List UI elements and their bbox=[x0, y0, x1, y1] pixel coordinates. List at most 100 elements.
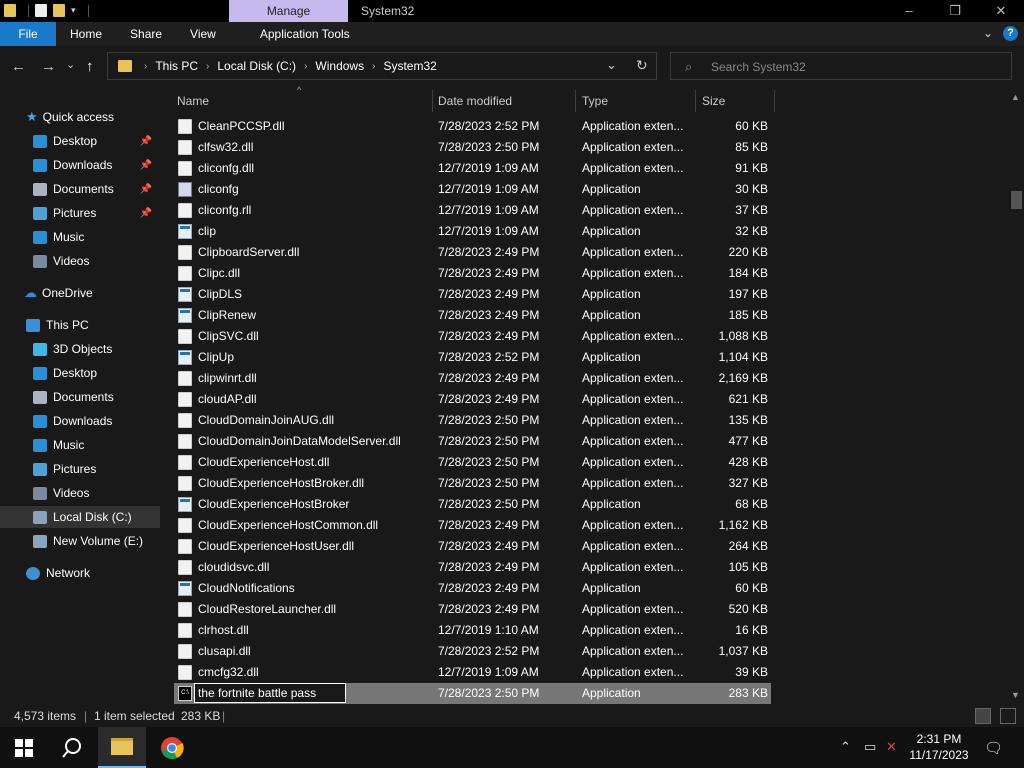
breadcrumb-windows[interactable]: Windows bbox=[311, 59, 368, 73]
search-input[interactable]: Search System32 bbox=[711, 60, 806, 74]
chevron-right-icon[interactable]: › bbox=[300, 61, 311, 72]
nav-pc-item[interactable]: Local Disk (C:) bbox=[0, 506, 160, 528]
file-row[interactable]: CloudExperienceHostCommon.dll 7/28/2023 2… bbox=[174, 515, 771, 536]
nav-quick-music[interactable]: Music bbox=[0, 226, 160, 248]
nav-pc-item[interactable]: Pictures bbox=[0, 458, 160, 480]
tab-application-tools[interactable]: Application Tools bbox=[230, 22, 364, 46]
vertical-scrollbar[interactable]: ▲ ▼ bbox=[1008, 88, 1024, 705]
file-row[interactable]: ClipUp 7/28/2023 2:52 PM Application 1,104 … bbox=[174, 347, 771, 368]
refresh-icon[interactable]: ↻ bbox=[636, 57, 648, 74]
file-row[interactable]: cliconfg.dll 12/7/2019 1:09 AM Application… bbox=[174, 158, 771, 179]
nav-pc-item[interactable]: Videos bbox=[0, 482, 160, 504]
tab-file[interactable]: File bbox=[0, 22, 56, 46]
large-icons-view-button[interactable] bbox=[1000, 708, 1016, 724]
chevron-down-icon[interactable]: ▾ bbox=[71, 5, 76, 16]
chevron-right-icon[interactable]: › bbox=[202, 61, 213, 72]
file-row[interactable]: ClipSVC.dll 7/28/2023 2:49 PM Application … bbox=[174, 326, 771, 347]
file-row[interactable]: CloudDomainJoinDataModelServer.dll 7/28/2… bbox=[174, 431, 771, 452]
clock[interactable]: 2:31 PM 11/17/2023 bbox=[905, 731, 973, 763]
tab-home[interactable]: Home bbox=[56, 22, 116, 46]
chevron-up-icon[interactable]: ⌃ bbox=[840, 739, 851, 755]
nav-pc-item[interactable]: New Volume (E:) bbox=[0, 530, 160, 552]
file-row[interactable]: CloudExperienceHostUser.dll 7/28/2023 2:4… bbox=[174, 536, 771, 557]
column-separator[interactable] bbox=[575, 90, 576, 112]
scrollbar-thumb[interactable] bbox=[1011, 191, 1022, 209]
nav-this-pc[interactable]: This PC bbox=[0, 314, 160, 336]
nav-quick-desktop[interactable]: Desktop 📌 bbox=[0, 130, 160, 152]
network-status-icon[interactable]: ▭ bbox=[864, 739, 876, 755]
file-row[interactable]: CloudNotifications 7/28/2023 2:49 PM Appli… bbox=[174, 578, 771, 599]
column-header-name[interactable]: Name bbox=[177, 88, 209, 114]
close-button[interactable]: ✕ bbox=[978, 0, 1024, 22]
tab-manage[interactable]: Manage bbox=[229, 0, 348, 22]
column-header-type[interactable]: Type bbox=[582, 88, 608, 114]
nav-quick-downloads[interactable]: Downloads 📌 bbox=[0, 154, 160, 176]
breadcrumb-this-pc[interactable]: This PC bbox=[151, 59, 202, 73]
file-row[interactable]: CloudExperienceHost.dll 7/28/2023 2:50 PM… bbox=[174, 452, 771, 473]
rename-input[interactable]: the fortnite battle pass bbox=[194, 683, 346, 703]
volume-muted-icon[interactable]: ✕ bbox=[886, 739, 897, 755]
scroll-up-icon[interactable]: ▲ bbox=[1011, 92, 1020, 102]
file-row[interactable]: clfsw32.dll 7/28/2023 2:50 PM Application … bbox=[174, 137, 771, 158]
nav-quick-access[interactable]: ★ Quick access bbox=[0, 106, 160, 128]
maximize-button[interactable]: ❐ bbox=[932, 0, 978, 22]
expand-ribbon-icon[interactable]: ⌄ bbox=[983, 26, 993, 41]
column-separator[interactable] bbox=[432, 90, 433, 112]
file-row[interactable]: CloudRestoreLauncher.dll 7/28/2023 2:49 P… bbox=[174, 599, 771, 620]
tab-view[interactable]: View bbox=[176, 22, 230, 46]
help-icon[interactable]: ? bbox=[1003, 26, 1018, 41]
nav-pc-item[interactable]: 3D Objects bbox=[0, 338, 160, 360]
file-row[interactable]: C:\ the fortnite battle pass 7/28/2023 2:5… bbox=[174, 683, 771, 704]
recent-locations-button[interactable]: ⌄ bbox=[66, 58, 75, 71]
nav-quick-videos[interactable]: Videos bbox=[0, 250, 160, 272]
file-row[interactable]: cmcfg32.dll 12/7/2019 1:09 AM Application … bbox=[174, 662, 771, 683]
notifications-icon[interactable]: 🗨 bbox=[984, 739, 1003, 757]
file-row[interactable]: clipwinrt.dll 7/28/2023 2:49 PM Applicatio… bbox=[174, 368, 771, 389]
file-row[interactable]: cloudAP.dll 7/28/2023 2:49 PM Application … bbox=[174, 389, 771, 410]
nav-pc-item[interactable]: Documents bbox=[0, 386, 160, 408]
up-button[interactable]: ↑ bbox=[86, 58, 94, 75]
nav-quick-documents[interactable]: Documents 📌 bbox=[0, 178, 160, 200]
breadcrumb-local-disk[interactable]: Local Disk (C:) bbox=[213, 59, 300, 73]
minimize-button[interactable]: – bbox=[886, 0, 932, 22]
file-row[interactable]: Clipc.dll 7/28/2023 2:49 PM Application ex… bbox=[174, 263, 771, 284]
search-button[interactable] bbox=[48, 727, 96, 768]
file-row[interactable]: ClipDLS 7/28/2023 2:49 PM Application 197 K… bbox=[174, 284, 771, 305]
file-row[interactable]: ClipRenew 7/28/2023 2:49 PM Application 185… bbox=[174, 305, 771, 326]
chevron-right-icon[interactable]: › bbox=[368, 61, 379, 72]
forward-button[interactable]: → bbox=[41, 58, 56, 75]
column-header-size[interactable]: Size bbox=[702, 88, 725, 114]
file-row[interactable]: clip 12/7/2019 1:09 AM Application 32 KB bbox=[174, 221, 771, 242]
file-explorer-taskbar-button[interactable] bbox=[98, 727, 146, 768]
column-separator[interactable] bbox=[774, 90, 775, 112]
column-separator[interactable] bbox=[695, 90, 696, 112]
breadcrumb-system32[interactable]: System32 bbox=[379, 59, 440, 73]
file-row[interactable]: CloudExperienceHostBroker.dll 7/28/2023 2… bbox=[174, 473, 771, 494]
file-row[interactable]: CloudDomainJoinAUG.dll 7/28/2023 2:50 PM A… bbox=[174, 410, 771, 431]
column-header-date[interactable]: Date modified bbox=[438, 88, 512, 114]
file-row[interactable]: cliconfg 12/7/2019 1:09 AM Application 30 K… bbox=[174, 179, 771, 200]
back-button[interactable]: ← bbox=[11, 58, 26, 75]
nav-network[interactable]: Network bbox=[0, 562, 160, 584]
file-row[interactable]: CloudExperienceHostBroker 7/28/2023 2:50 … bbox=[174, 494, 771, 515]
chevron-right-icon[interactable]: › bbox=[140, 61, 151, 72]
properties-icon[interactable] bbox=[35, 4, 47, 17]
tab-share[interactable]: Share bbox=[116, 22, 176, 46]
nav-pc-item[interactable]: Downloads bbox=[0, 410, 160, 432]
file-row[interactable]: cliconfg.rll 12/7/2019 1:09 AM Application… bbox=[174, 200, 771, 221]
details-view-button[interactable] bbox=[975, 708, 991, 724]
nav-quick-pictures[interactable]: Pictures 📌 bbox=[0, 202, 160, 224]
file-row[interactable]: CleanPCCSP.dll 7/28/2023 2:52 PM Applicati… bbox=[174, 116, 771, 137]
nav-pc-item[interactable]: Music bbox=[0, 434, 160, 456]
start-button[interactable] bbox=[0, 727, 48, 768]
address-bar[interactable]: › This PC › Local Disk (C:) › Windows › … bbox=[107, 52, 657, 80]
chrome-taskbar-button[interactable] bbox=[148, 727, 196, 768]
file-row[interactable]: ClipboardServer.dll 7/28/2023 2:49 PM Appl… bbox=[174, 242, 771, 263]
search-box[interactable]: ⌕ Search System32 bbox=[670, 52, 1012, 80]
new-folder-icon[interactable] bbox=[53, 4, 65, 17]
file-row[interactable]: clusapi.dll 7/28/2023 2:52 PM Application … bbox=[174, 641, 771, 662]
file-row[interactable]: cloudidsvc.dll 7/28/2023 2:49 PM Applicati… bbox=[174, 557, 771, 578]
address-dropdown-icon[interactable]: ⌄ bbox=[606, 57, 617, 73]
folder-icon[interactable] bbox=[4, 4, 16, 17]
file-row[interactable]: clrhost.dll 12/7/2019 1:10 AM Application … bbox=[174, 620, 771, 641]
